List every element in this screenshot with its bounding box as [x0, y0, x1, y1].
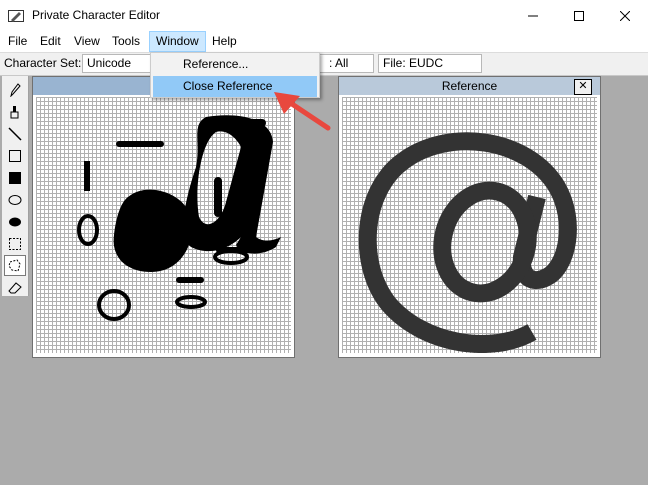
reference-grid: [342, 97, 597, 354]
character-set-label: Character Set:: [4, 56, 82, 70]
pencil-icon: [10, 82, 21, 97]
character-info-bar: Character Set: Unicode : All File: EUDC: [0, 53, 648, 76]
freeform-selection-icon: [8, 258, 21, 272]
filled-ellipse-icon: [9, 217, 21, 226]
hollow-rectangle-icon: [9, 149, 21, 162]
menu-file[interactable]: File: [2, 31, 33, 52]
eraser-icon: [8, 281, 22, 293]
reference-glyph-at-sign: [358, 132, 577, 354]
tool-pencil[interactable]: [4, 79, 26, 100]
tool-hollow-rectangle[interactable]: [4, 145, 26, 166]
filled-rectangle-icon: [9, 171, 21, 184]
pointer-arrow-icon: [274, 92, 331, 131]
tool-filled-rectangle[interactable]: [4, 167, 26, 188]
rectangular-selection-icon: [9, 237, 21, 250]
title-bar: Private Character Editor: [0, 0, 648, 31]
file-field: File: EUDC: [378, 54, 482, 73]
tool-hollow-ellipse[interactable]: [4, 189, 26, 210]
edit-glyph-drawing: [77, 115, 281, 321]
maximize-icon: [574, 10, 584, 21]
tool-eraser[interactable]: [4, 277, 26, 298]
minimize-icon: [528, 15, 538, 16]
edit-grid[interactable]: [36, 97, 291, 353]
tool-line[interactable]: [4, 123, 26, 144]
tool-brush[interactable]: [4, 101, 26, 122]
hollow-ellipse-icon: [8, 194, 22, 205]
menu-tools[interactable]: Tools: [106, 31, 146, 52]
reference-panel-title: Reference: [339, 77, 600, 95]
close-button[interactable]: [602, 0, 648, 31]
tool-rectangular-selection[interactable]: [4, 233, 26, 254]
maximize-button[interactable]: [556, 0, 602, 31]
tool-palette: [2, 76, 29, 296]
menu-help[interactable]: Help: [206, 31, 243, 52]
character-set-field[interactable]: Unicode: [82, 54, 156, 73]
menu-window[interactable]: Window: [149, 31, 206, 52]
minimize-button[interactable]: [510, 0, 556, 31]
brush-icon: [10, 105, 19, 118]
tool-freeform-selection[interactable]: [4, 255, 26, 276]
window-title: Private Character Editor: [32, 8, 161, 22]
close-icon: [620, 10, 630, 21]
menu-item-reference[interactable]: Reference...: [153, 54, 317, 75]
menu-bar: File Edit View Tools Window Help: [0, 31, 648, 53]
edit-panel: Edi: [32, 76, 295, 358]
font-field: : All: [316, 54, 374, 73]
menu-edit[interactable]: Edit: [34, 31, 67, 52]
menu-view[interactable]: View: [68, 31, 106, 52]
reference-close-button[interactable]: ✕: [574, 79, 592, 95]
tool-filled-ellipse[interactable]: [4, 211, 26, 232]
line-icon: [8, 126, 22, 141]
reference-panel: Reference ✕: [338, 76, 601, 358]
app-icon: [8, 8, 24, 24]
